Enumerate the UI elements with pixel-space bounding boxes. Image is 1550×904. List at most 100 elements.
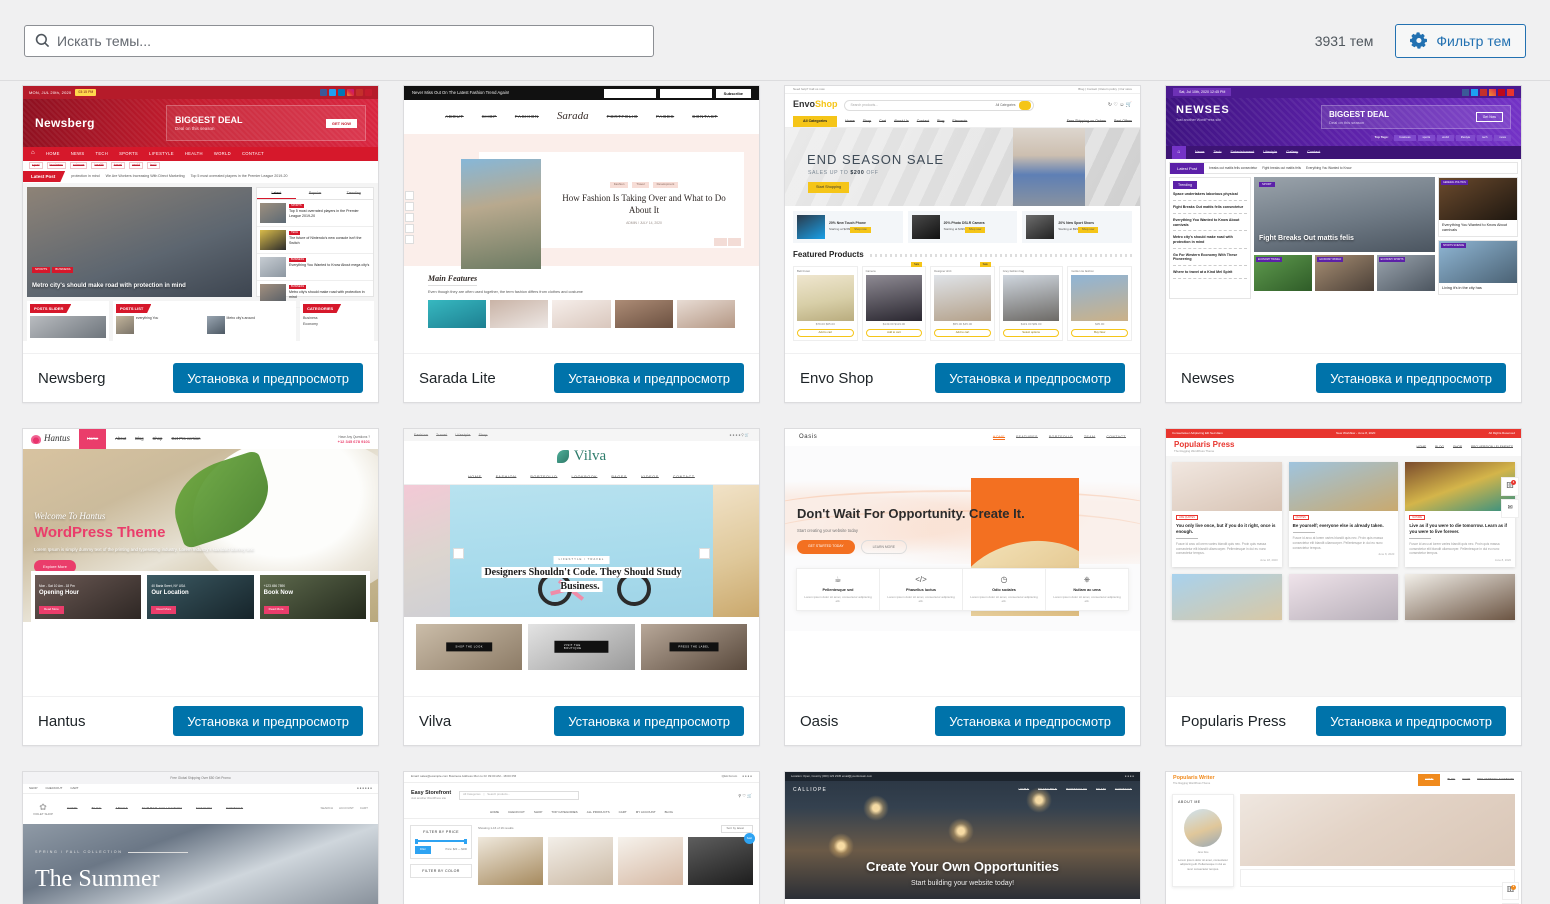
product-btn: Select options	[1002, 329, 1060, 337]
theme-card-oasis[interactable]: Oasis HOME FEATURES PORTFOLIO TEAM CONTA…	[784, 428, 1141, 746]
results-count: Showing 1-16 of 16 results	[478, 826, 514, 830]
theme-screenshot-row3-2: Email: sales@example.com Business Addres…	[404, 772, 759, 904]
theme-card-newses[interactable]: Sat, Jul 10th, 2020 12:45 PM NEWSES Just…	[1165, 85, 1522, 403]
floating-widgets: 🗄4 ✉	[1501, 477, 1519, 521]
search-input[interactable]	[24, 24, 654, 57]
nav-item: TOP CATEGORIES	[551, 809, 578, 814]
theme-card-row3-3[interactable]: Location: Open, Country (000) 123 2345 e…	[784, 771, 1141, 904]
logo-sub: The blogging WordPress Theme	[1173, 781, 1211, 785]
nav-item: CONTACT	[672, 475, 695, 480]
promo-title: 20% New Sport Shoes	[1058, 221, 1094, 226]
side-post: SPORTS SCIENCE Living it's in the city ha…	[1438, 239, 1518, 295]
preview-nav: ⌂ News Tech Entertainment Lifestyle Gall…	[1166, 146, 1521, 159]
sale-badge: Sale	[979, 262, 991, 268]
theme-card-row3-2[interactable]: Email: sales@example.com Business Addres…	[403, 771, 760, 904]
nav-item: CART	[618, 809, 627, 814]
nav-item: HOME	[468, 475, 482, 480]
nav-item: VIDEOS	[641, 475, 659, 480]
post-title: Metro city's should make road with prote…	[32, 283, 186, 290]
post-tags: NATURE	[1409, 515, 1425, 520]
nav-item: CART	[70, 785, 79, 790]
install-preview-button[interactable]: Установка и предпросмотр	[554, 706, 744, 736]
tag: sport	[29, 162, 43, 169]
product-price: $79.00 $65.00	[815, 322, 835, 327]
preview-date: Sat, Jul 10th, 2020	[1179, 89, 1209, 94]
nav-item: Contact	[916, 119, 930, 124]
theme-meta-sarada-lite: Sarada Lite Установка и предпросмотр	[404, 354, 759, 402]
card-title: Our Location	[151, 590, 189, 596]
post-date: June 8, 2020	[1494, 558, 1512, 563]
theme-screenshot-newsberg: MON, JUL 20th, 2020 03:15 PM Newsberg BI…	[23, 86, 378, 354]
nav-item: PRO VERSION / ELEMENTS	[1471, 445, 1513, 449]
install-preview-button[interactable]: Установка и предпросмотр	[1316, 706, 1506, 736]
tag: business	[1394, 135, 1416, 141]
preview-time: 03:15 PM	[75, 89, 97, 96]
nav-item: HOME	[992, 434, 1006, 441]
item-tag: BUSINESS	[289, 285, 307, 289]
nav-item: SHOP	[1452, 445, 1463, 449]
tag: travel	[110, 162, 125, 169]
shop-sidebar: FILTER BY PRICE Filter Price: $20 — $200…	[410, 825, 472, 885]
preview-logo: Vilva	[573, 447, 607, 464]
post-tag: SPORTS SCIENCE	[1441, 242, 1467, 248]
nav-item: TEAM	[1095, 787, 1106, 792]
install-preview-button[interactable]: Установка и предпросмотр	[935, 706, 1125, 736]
preview-grid: SHOP THE LOOK VISIT THE BOUTIQUE PRESS T…	[404, 617, 759, 677]
theme-card-popularis-press[interactable]: Consectetuer Adipiscing Elit Sed diam Ne…	[1165, 428, 1522, 746]
install-preview-button[interactable]: Установка и предпросмотр	[935, 363, 1125, 393]
preview-logo: Easy Storefront	[411, 789, 452, 796]
nav-item: Cart	[879, 119, 886, 124]
post-title: Everything You Wanted to Know About carn…	[1442, 223, 1507, 232]
product-btn: Add to cart	[797, 329, 854, 337]
author-name: Jane Doe	[1197, 851, 1209, 855]
filter-title: FILTER BY COLOR	[422, 868, 460, 873]
hero-kicker: SPRING / FALL COLLECTION	[35, 850, 188, 854]
tab: Latest	[257, 188, 296, 200]
post-text: Fusce id arcu at lorem varies blandit qu…	[1409, 541, 1500, 556]
search-icon	[35, 33, 51, 49]
nav-item: Free Shipping on Orders	[1066, 119, 1107, 124]
trending-item: Metro city's should make road with prote…	[1173, 235, 1247, 249]
install-preview-button[interactable]: Установка и предпросмотр	[173, 363, 363, 393]
theme-card-hantus[interactable]: Hantus Home About Blog Shop Get Pro vers…	[22, 428, 379, 746]
theme-card-sarada-lite[interactable]: Never Miss Out On The Latest Fashion Tre…	[403, 85, 760, 403]
install-preview-button[interactable]: Установка и предпросмотр	[554, 363, 744, 393]
phone-number: +12 345 678 9101	[337, 438, 370, 444]
nav-item: Lifestyle	[455, 433, 471, 437]
top-center: New Workflow - June 8, 2020	[1336, 430, 1376, 435]
preview-header: ✿ VIOLET SHOP HOME BLOG ABOUT SUMMER COLL…	[23, 794, 378, 824]
sale-badge: Sale	[910, 262, 923, 268]
ticker-item: Top 5 most overrated players in the Prem…	[190, 174, 288, 179]
grid-label: PRESS THE LABEL	[669, 642, 719, 652]
nav-item: NEWS	[70, 151, 85, 157]
theme-card-row3-1[interactable]: Free Global Shipping Over $50 Get Promo …	[22, 771, 379, 904]
top-left: Need help? Call us now	[793, 86, 825, 91]
tag: tech	[147, 162, 160, 169]
nav-item: FASHION	[514, 114, 539, 120]
promo-btn: Shop now	[850, 227, 871, 233]
nav-item: LIFESTYLE	[149, 151, 174, 157]
preview-banner: END SEASON SALE SALES UP TO $200 OFF Sta…	[785, 128, 1140, 206]
theme-card-vilva[interactable]: Fashion Travel Lifestyle Shop ● ● ● ● ⚲ …	[403, 428, 760, 746]
nav-item: FASHION	[195, 806, 212, 811]
install-preview-button[interactable]: Установка и предпросмотр	[173, 706, 363, 736]
top-left: Consectetuer Adipiscing Elit Sed diam	[1172, 430, 1223, 435]
block-title: POSTS SLIDER	[30, 304, 72, 313]
theme-card-envo-shop[interactable]: Need help? Call us now Blog | Contact | …	[784, 85, 1141, 403]
deal-banner: BIGGEST DEAL Deal on this season Get Now	[1321, 105, 1511, 129]
filter-themes-button[interactable]: Фильтр тем	[1395, 23, 1526, 58]
theme-card-row3-4[interactable]: Popularis Writer The blogging WordPress T…	[1165, 771, 1522, 904]
block-title: CATEGORIES	[303, 304, 342, 313]
tag: world	[128, 162, 144, 169]
nav-item: LOOKBOOK	[571, 475, 598, 480]
info-cards: Mon - Sat 10 Am - 18 Pm Opening Hour Read …	[31, 571, 370, 622]
theme-card-newsberg[interactable]: MON, JUL 20th, 2020 03:15 PM Newsberg BI…	[22, 85, 379, 403]
top-right: All Rights Reserved	[1488, 430, 1515, 435]
preview-nav: HOME FASHION PORTFOLIO LOOKBOOK PAGES VI…	[404, 471, 759, 485]
feature-title: Odio sodales	[992, 587, 1016, 592]
social-icons	[320, 89, 372, 96]
nav-item: SHOP	[1462, 777, 1471, 782]
preview-promos: 20% New Touch Phone Starting at $299 Shop …	[785, 206, 1140, 248]
post-title: Live as if you were to die tomorrow. Lea…	[1409, 523, 1508, 534]
install-preview-button[interactable]: Установка и предпросмотр	[1316, 363, 1506, 393]
